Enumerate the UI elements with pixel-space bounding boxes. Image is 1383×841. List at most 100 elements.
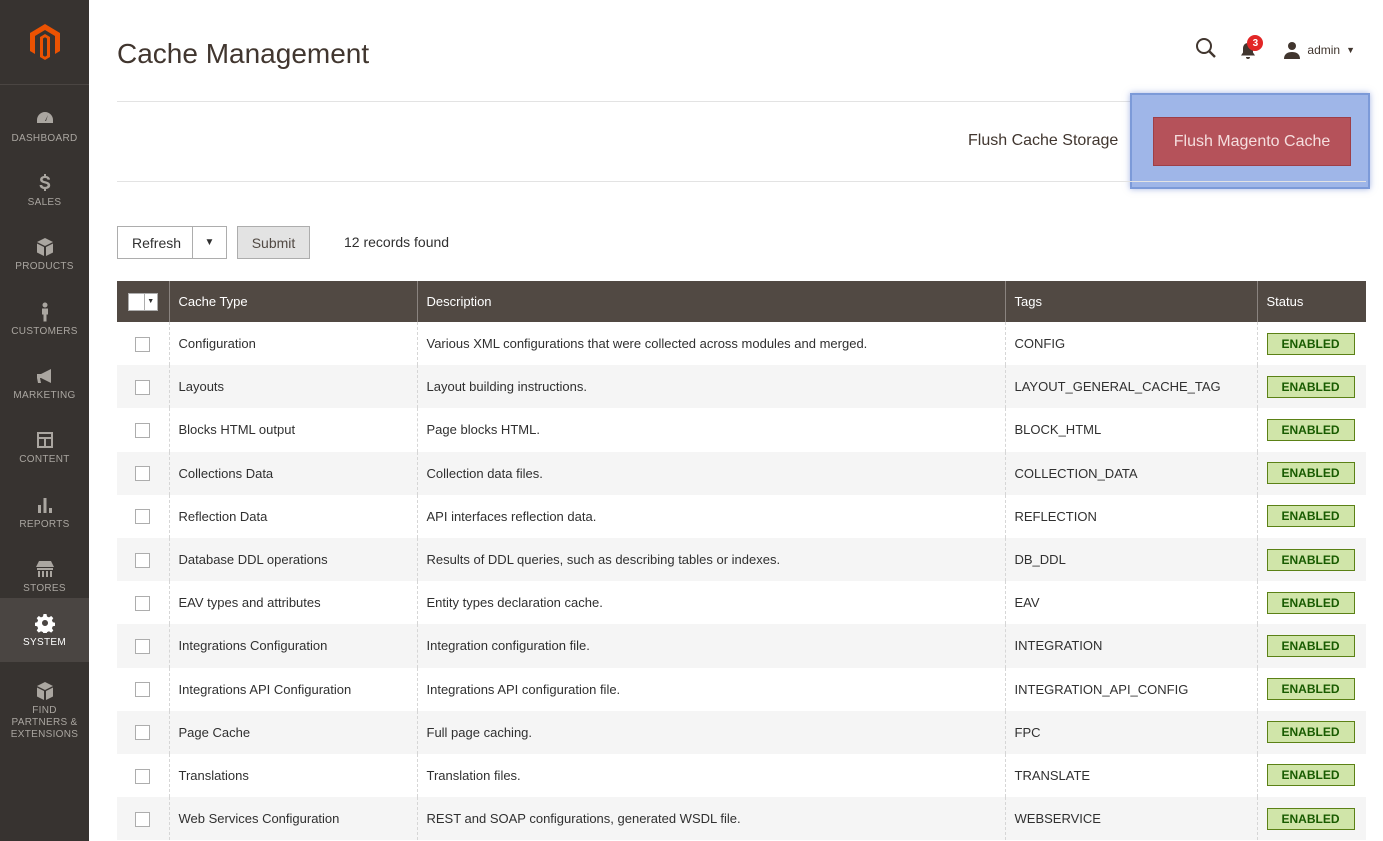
- table-row[interactable]: Integrations API Configuration Integratio…: [117, 667, 1366, 711]
- mass-action-selected: Refresh: [132, 234, 182, 251]
- description-cell: API interfaces reflection data.: [417, 494, 1006, 538]
- row-checkbox[interactable]: [135, 811, 151, 827]
- row-checkbox[interactable]: [135, 466, 151, 482]
- flush-magento-cache-button[interactable]: Flush Magento Cache: [1153, 117, 1351, 166]
- status-badge: ENABLED: [1266, 591, 1355, 614]
- grid-header-row: ▼ Cache Type Description Tags Status: [117, 281, 1366, 322]
- person-icon: [35, 301, 55, 323]
- mass-select-header[interactable]: ▼: [117, 281, 170, 322]
- row-checkbox[interactable]: [135, 379, 151, 395]
- page-title: Cache Management: [117, 38, 370, 69]
- table-row[interactable]: Database DDL operations Results of DDL qu…: [117, 537, 1366, 582]
- search-icon[interactable]: [1195, 37, 1217, 64]
- table-row[interactable]: Collections Data Collection data files. CO…: [117, 451, 1366, 495]
- description-cell: Collection data files.: [417, 451, 1006, 495]
- table-row[interactable]: EAV types and attributes Entity types dec…: [117, 581, 1366, 625]
- nav-customers[interactable]: CUSTOMERS: [0, 287, 89, 351]
- nav-products[interactable]: PRODUCTS: [0, 222, 89, 286]
- row-checkbox[interactable]: [135, 725, 151, 741]
- row-select-cell: [117, 667, 170, 711]
- cache-type-cell: Reflection Data: [169, 494, 418, 538]
- tags-cell: COLLECTION_DATA: [1005, 451, 1258, 495]
- gear-icon: [34, 612, 55, 634]
- row-checkbox[interactable]: [135, 509, 151, 525]
- row-checkbox[interactable]: [135, 336, 151, 352]
- nav-find-partners[interactable]: FIND PARTNERS & EXTENSIONS: [0, 670, 89, 750]
- nav-label: PRODUCTS: [15, 260, 74, 272]
- status-cell: ENABLED: [1257, 581, 1366, 624]
- description-cell: Full page caching.: [417, 710, 1006, 754]
- row-checkbox[interactable]: [135, 638, 151, 654]
- bar-chart-icon: [35, 494, 55, 516]
- user-icon: [1284, 42, 1301, 59]
- description-cell: Integrations API configuration file.: [417, 667, 1006, 711]
- cache-type-cell: EAV types and attributes: [169, 581, 418, 625]
- table-row[interactable]: Translations Translation files. TRANSLATE E…: [117, 753, 1366, 798]
- table-row[interactable]: Web Services Configuration REST and SOAP …: [117, 797, 1366, 841]
- status-cell: ENABLED: [1257, 365, 1366, 408]
- column-cache-type: Cache Type: [169, 281, 418, 322]
- row-select-cell: [117, 451, 170, 495]
- row-select-cell: [117, 408, 170, 452]
- table-row[interactable]: Blocks HTML output Page blocks HTML. BLOCK…: [117, 408, 1366, 452]
- cache-type-cell: Layouts: [169, 365, 418, 409]
- nav-dashboard[interactable]: DASHBOARD: [0, 94, 89, 158]
- submit-button[interactable]: Submit: [237, 226, 310, 259]
- magento-logo[interactable]: [0, 0, 89, 85]
- row-checkbox[interactable]: [135, 768, 151, 784]
- row-checkbox[interactable]: [135, 423, 151, 438]
- nav-content[interactable]: CONTENT: [0, 415, 89, 479]
- status-badge: ENABLED: [1266, 462, 1355, 485]
- row-select-cell: [117, 797, 170, 841]
- row-checkbox[interactable]: [135, 552, 151, 568]
- nav-label: MARKETING: [13, 389, 76, 401]
- description-cell: REST and SOAP configurations, generated …: [417, 797, 1006, 841]
- row-select-cell: [117, 494, 170, 538]
- status-badge: ENABLED: [1266, 634, 1355, 657]
- table-row[interactable]: Integrations Configuration Integration co…: [117, 624, 1366, 668]
- status-badge: ENABLED: [1266, 721, 1355, 744]
- notification-count-badge: 3: [1247, 35, 1264, 51]
- dashboard-icon: [35, 108, 55, 130]
- row-select-cell: [117, 322, 170, 366]
- cache-type-cell: Configuration: [169, 322, 418, 366]
- nav-marketing[interactable]: MARKETING: [0, 351, 89, 415]
- actions-divider: [117, 181, 1366, 182]
- mass-action-select[interactable]: Refresh ▼: [117, 226, 227, 259]
- user-menu[interactable]: admin ▼: [1283, 41, 1355, 59]
- tags-cell: DB_DDL: [1005, 537, 1258, 582]
- row-checkbox[interactable]: [135, 682, 151, 698]
- cache-type-cell: Page Cache: [169, 710, 418, 754]
- flush-cache-storage-button[interactable]: Flush Cache Storage: [960, 118, 1126, 164]
- table-row[interactable]: Configuration Various XML configurations …: [117, 322, 1366, 366]
- nav-system[interactable]: SYSTEM: [0, 598, 89, 662]
- column-status: Status: [1266, 294, 1304, 309]
- description-cell: Integration configuration file.: [417, 624, 1006, 668]
- tags-cell: EAV: [1005, 581, 1258, 625]
- layout-icon: [35, 429, 55, 451]
- description-cell: Layout building instructions.: [417, 365, 1006, 409]
- nav-sales[interactable]: SALES: [0, 158, 89, 222]
- nav-label: SYSTEM: [23, 636, 66, 648]
- mass-select-checkbox[interactable]: ▼: [127, 292, 158, 311]
- status-badge: ENABLED: [1266, 332, 1355, 355]
- status-cell: ENABLED: [1257, 495, 1366, 538]
- tags-cell: FPC: [1005, 710, 1258, 754]
- table-row[interactable]: Layouts Layout building instructions. LAYO…: [117, 365, 1366, 409]
- status-badge: ENABLED: [1266, 764, 1355, 787]
- notifications[interactable]: 3: [1239, 35, 1264, 61]
- table-row[interactable]: Reflection Data API interfaces reflection…: [117, 494, 1366, 538]
- column-description: Description: [417, 281, 1006, 322]
- nav-label: DASHBOARD: [11, 132, 78, 144]
- status-cell: ENABLED: [1257, 408, 1366, 451]
- status-cell: ENABLED: [1257, 797, 1366, 840]
- nav-reports[interactable]: REPORTS: [0, 480, 89, 544]
- status-cell: ENABLED: [1257, 711, 1366, 754]
- nav-label: FIND PARTNERS & EXTENSIONS: [10, 704, 79, 740]
- tags-cell: LAYOUT_GENERAL_CACHE_TAG: [1005, 365, 1258, 409]
- row-checkbox[interactable]: [135, 595, 151, 611]
- cache-type-cell: Database DDL operations: [169, 537, 418, 582]
- table-row[interactable]: Page Cache Full page caching. FPC ENABLED: [117, 710, 1366, 754]
- description-cell: Entity types declaration cache.: [417, 581, 1006, 625]
- status-cell: ENABLED: [1257, 538, 1366, 581]
